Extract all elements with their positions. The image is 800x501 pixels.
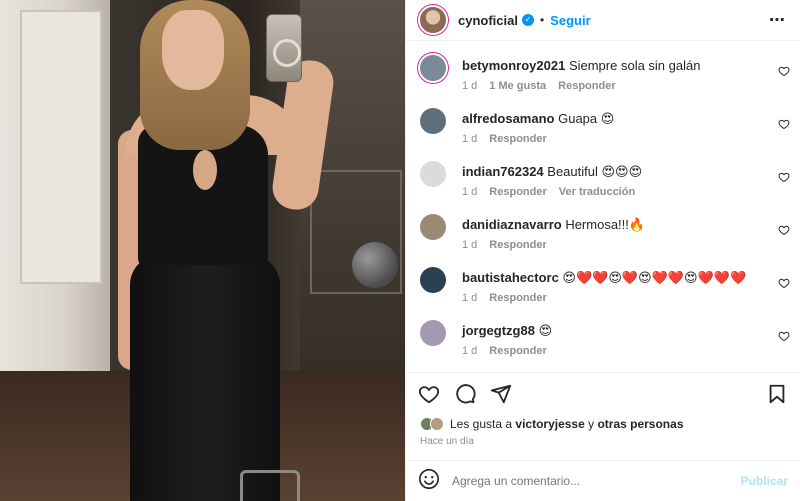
- others-link[interactable]: otras personas: [597, 417, 683, 431]
- comment-text: Guapa 😍: [554, 111, 615, 126]
- comment-item: jorgegtzg88 😍 1 d Responder: [406, 320, 800, 372]
- likes-middle: y: [584, 417, 598, 431]
- comment-username[interactable]: indian762324: [462, 164, 544, 179]
- comment-meta: 1 d Responder: [462, 345, 559, 357]
- reply-button[interactable]: Responder: [558, 80, 615, 92]
- share-paper-plane-icon[interactable]: [490, 383, 512, 405]
- comment-text: Beautiful 😍😍😍: [543, 164, 643, 179]
- comment-avatar[interactable]: [420, 267, 446, 293]
- comment-text: Siempre sola sin galán: [565, 58, 701, 73]
- comment-text: 😍❤️❤️😍❤️😍❤️❤️😍❤️❤️❤️: [558, 270, 747, 285]
- post-header: cynoficial ✓ • Seguir ⋯: [406, 0, 800, 41]
- photo-bag: [240, 470, 300, 501]
- see-translation-button[interactable]: Ver traducción: [559, 186, 635, 198]
- follow-button[interactable]: Seguir: [550, 13, 590, 28]
- reply-button[interactable]: Responder: [489, 292, 546, 304]
- liker-avatar: [430, 417, 444, 431]
- emoji-picker-icon[interactable]: [418, 468, 440, 495]
- comment-username[interactable]: bautistahectorc: [462, 270, 559, 285]
- post-modal: cynoficial ✓ • Seguir ⋯ betymonroy2021 S…: [0, 0, 800, 501]
- comment-text: 😍: [534, 323, 553, 338]
- comment-time[interactable]: 1 d: [462, 292, 477, 304]
- photo-jumpsuit-legs: [130, 255, 280, 501]
- photo-keyhole-cutout: [193, 150, 217, 190]
- verified-badge-icon: ✓: [521, 14, 534, 26]
- liker-username[interactable]: victoryjesse: [515, 417, 584, 431]
- comment-time[interactable]: 1 d: [462, 133, 477, 145]
- comment-line: danidiaznavarro Hermosa!!!🔥: [462, 216, 645, 233]
- comment-composer: Publicar: [406, 460, 800, 501]
- like-heart-icon[interactable]: [418, 383, 440, 405]
- comment-username[interactable]: betymonroy2021: [462, 58, 565, 73]
- comment-username[interactable]: jorgegtzg88: [462, 323, 535, 338]
- comment-meta: 1 d Responder: [462, 133, 614, 145]
- comment-username[interactable]: danidiaznavarro: [462, 217, 562, 232]
- likes-prefix: Les gusta a: [450, 417, 516, 431]
- comment-avatar[interactable]: [420, 214, 446, 240]
- more-options-icon[interactable]: ⋯: [769, 10, 786, 30]
- comment-time[interactable]: 1 d: [462, 80, 477, 92]
- comment-avatar[interactable]: [420, 108, 446, 134]
- comment-time[interactable]: 1 d: [462, 345, 477, 357]
- photo-face: [162, 10, 224, 90]
- comment-meta: 1 d Responder: [462, 292, 746, 304]
- photo-phone: [266, 14, 302, 82]
- likes-summary: Les gusta a victoryjesse y otras persona…: [406, 414, 800, 434]
- comment-meta: 1 d 1 Me gusta Responder: [462, 80, 700, 92]
- post-timestamp[interactable]: Hace un día: [406, 434, 800, 460]
- comment-item: alfredosamano Guapa 😍 1 d Responder: [406, 108, 800, 161]
- publish-button[interactable]: Publicar: [741, 474, 788, 488]
- likes-text: Les gusta a victoryjesse y otras persona…: [450, 417, 684, 431]
- heart-outline-icon[interactable]: [778, 118, 790, 130]
- comment-input[interactable]: [452, 474, 741, 488]
- reply-button[interactable]: Responder: [489, 345, 546, 357]
- reply-button[interactable]: Responder: [489, 133, 546, 145]
- comment-item: indian762324 Beautiful 😍😍😍 1 d Responder V…: [406, 161, 800, 214]
- reply-button[interactable]: Responder: [489, 239, 546, 251]
- comment-line: alfredosamano Guapa 😍: [462, 110, 614, 127]
- heart-outline-icon[interactable]: [778, 330, 790, 342]
- comment-line: bautistahectorc 😍❤️❤️😍❤️😍❤️❤️😍❤️❤️❤️: [462, 269, 746, 286]
- bookmark-icon[interactable]: [766, 383, 788, 405]
- heart-outline-icon[interactable]: [778, 224, 790, 236]
- author-avatar[interactable]: [420, 7, 446, 33]
- comment-line: betymonroy2021 Siempre sola sin galán: [462, 57, 700, 74]
- comment-item: betymonroy2021 Siempre sola sin galán 1 …: [406, 55, 800, 108]
- comment-avatar[interactable]: [420, 320, 446, 346]
- heart-outline-icon[interactable]: [778, 277, 790, 289]
- comment-item: bautistahectorc 😍❤️❤️😍❤️😍❤️❤️😍❤️❤️❤️ 1 d…: [406, 267, 800, 320]
- comment-line: jorgegtzg88 😍: [462, 322, 559, 339]
- comment-likes[interactable]: 1 Me gusta: [489, 80, 546, 92]
- comments-list[interactable]: betymonroy2021 Siempre sola sin galán 1 …: [406, 41, 800, 372]
- author-username[interactable]: cynoficial: [458, 13, 518, 28]
- reply-button[interactable]: Responder: [489, 186, 546, 198]
- comment-avatar[interactable]: [420, 55, 446, 81]
- comment-line: indian762324 Beautiful 😍😍😍: [462, 163, 647, 180]
- post-photo[interactable]: [0, 0, 405, 501]
- header-separator: •: [539, 13, 545, 27]
- comment-meta: 1 d Responder Ver traducción: [462, 186, 647, 198]
- photo-exercise-ball: [352, 242, 398, 288]
- comment-time[interactable]: 1 d: [462, 239, 477, 251]
- comment-time[interactable]: 1 d: [462, 186, 477, 198]
- comment-item: danidiaznavarro Hermosa!!!🔥 1 d Responder: [406, 214, 800, 267]
- post-sidebar: cynoficial ✓ • Seguir ⋯ betymonroy2021 S…: [405, 0, 800, 501]
- heart-outline-icon[interactable]: [778, 171, 790, 183]
- comment-avatar[interactable]: [420, 161, 446, 187]
- comment-username[interactable]: alfredosamano: [462, 111, 554, 126]
- comment-text: Hermosa!!!🔥: [561, 217, 646, 232]
- comment-bubble-icon[interactable]: [454, 383, 476, 405]
- heart-outline-icon[interactable]: [778, 65, 790, 77]
- comment-meta: 1 d Responder: [462, 239, 645, 251]
- post-actions-bar: [406, 372, 800, 414]
